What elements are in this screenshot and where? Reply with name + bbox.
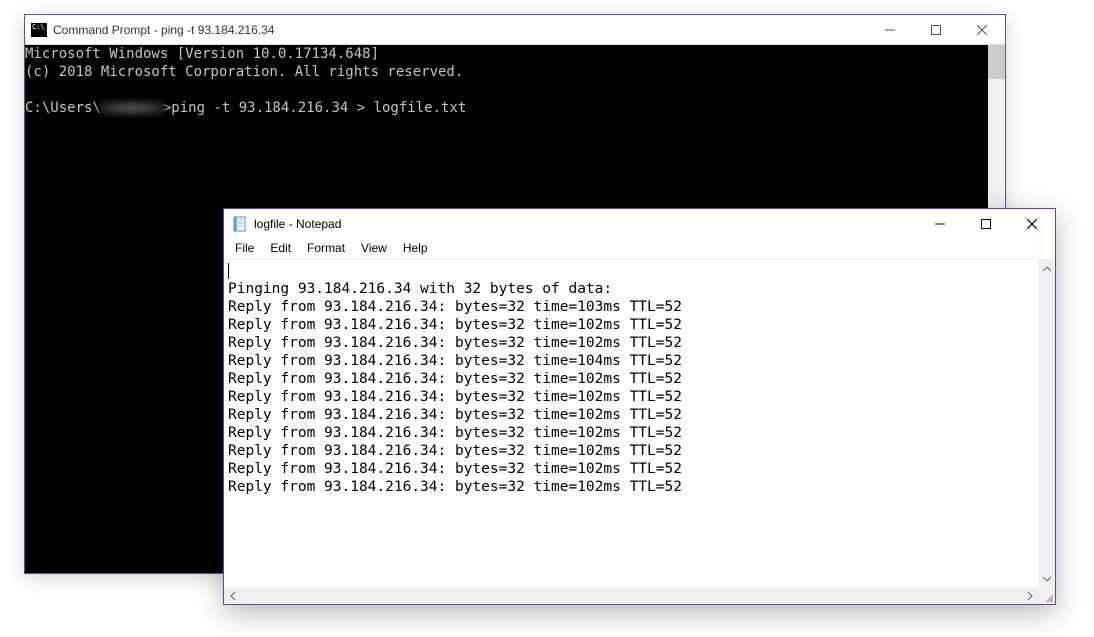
menu-edit[interactable]: Edit xyxy=(263,240,298,256)
close-button[interactable] xyxy=(959,15,1005,44)
maximize-button[interactable] xyxy=(963,209,1009,238)
notepad-titlebar[interactable]: logfile - Notepad xyxy=(224,209,1055,239)
minimize-button[interactable] xyxy=(917,209,963,238)
cmd-prompt-prefix: C:\Users\ xyxy=(25,100,101,116)
notepad-vertical-scrollbar[interactable] xyxy=(1038,260,1055,587)
scroll-right-icon[interactable] xyxy=(1021,587,1038,604)
menu-view[interactable]: View xyxy=(354,240,394,256)
close-button[interactable] xyxy=(1009,209,1055,238)
cmd-titlebar[interactable]: Command Prompt - ping -t 93.184.216.34 xyxy=(25,15,1005,45)
menu-format[interactable]: Format xyxy=(300,240,352,256)
menu-file[interactable]: File xyxy=(228,240,261,256)
cmd-header2: (c) 2018 Microsoft Corporation. All righ… xyxy=(25,64,463,80)
cmd-title: Command Prompt - ping -t 93.184.216.34 xyxy=(53,23,867,37)
notepad-menubar: File Edit Format View Help xyxy=(224,239,1055,259)
cmd-window-controls xyxy=(867,15,1005,44)
notepad-horizontal-scrollbar[interactable] xyxy=(224,587,1038,604)
cmd-prompt-suffix: >ping -t 93.184.216.34 > logfile.txt xyxy=(163,100,466,116)
notepad-text-area[interactable]: Pinging 93.184.216.34 with 32 bytes of d… xyxy=(224,260,1055,587)
notepad-window-controls xyxy=(917,209,1055,239)
cmd-scroll-thumb[interactable] xyxy=(988,45,1005,79)
notepad-window: logfile - Notepad File Edit Format View … xyxy=(223,208,1056,605)
resize-grip-icon[interactable] xyxy=(1038,587,1055,604)
scroll-left-icon[interactable] xyxy=(224,587,241,604)
cmd-icon xyxy=(31,23,47,37)
scroll-down-icon[interactable] xyxy=(1038,570,1055,587)
scroll-up-icon[interactable] xyxy=(1038,260,1055,277)
maximize-button[interactable] xyxy=(913,15,959,44)
menu-help[interactable]: Help xyxy=(396,240,435,256)
redacted-username xyxy=(99,101,165,115)
cmd-output: Microsoft Windows [Version 10.0.17134.64… xyxy=(25,45,1005,117)
minimize-button[interactable] xyxy=(867,15,913,44)
notepad-body: Pinging 93.184.216.34 with 32 bytes of d… xyxy=(224,259,1055,604)
notepad-title: logfile - Notepad xyxy=(254,217,917,231)
cmd-header1: Microsoft Windows [Version 10.0.17134.64… xyxy=(25,46,379,62)
notepad-icon xyxy=(232,216,248,232)
